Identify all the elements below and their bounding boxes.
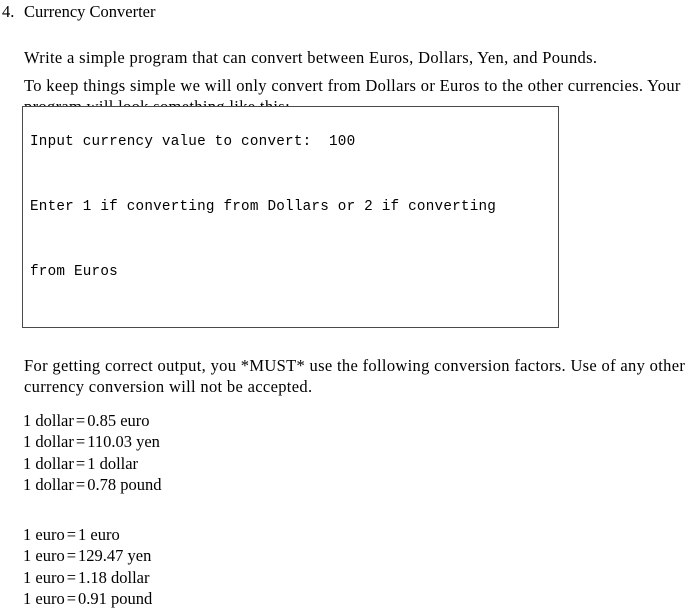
conversion-left: 1 dollar xyxy=(23,432,74,452)
paragraph-conversion-factors: For getting correct output, you *MUST* u… xyxy=(24,355,686,397)
document-page: 4. Currency Converter Write a simple pro… xyxy=(0,0,699,610)
equals-sign: = xyxy=(66,525,77,544)
conversion-list-euros: 1 euro = 1 euro 1 euro = 129.47 yen 1 euro = 1… xyxy=(23,524,152,609)
equals-sign: = xyxy=(66,588,77,608)
conversion-left: 1 euro xyxy=(23,567,65,587)
conversion-line: 1 dollar = 0.78 pound xyxy=(23,474,161,495)
conversion-left: 1 euro xyxy=(23,588,65,608)
conversion-line: 1 euro = 1 euro xyxy=(23,524,152,545)
conversion-line: 1 dollar = 0.85 euro xyxy=(23,410,161,431)
conversion-left: 1 euro xyxy=(23,525,65,544)
conversion-left: 1 dollar xyxy=(23,474,74,494)
conversion-left: 1 euro xyxy=(23,546,65,566)
code-line: from Euros xyxy=(30,263,118,280)
conversion-line: 1 euro = 129.47 yen xyxy=(23,545,152,566)
equals-sign: = xyxy=(75,453,86,473)
conversion-right: 1 dollar xyxy=(87,453,139,473)
conversion-line: 1 dollar = 110.03 yen xyxy=(23,431,161,452)
equals-sign: = xyxy=(75,432,86,452)
conversion-list-dollars: 1 dollar = 0.85 euro 1 dollar = 110.03 yen 1… xyxy=(23,410,161,495)
code-line: Choice: 1 xyxy=(30,327,496,328)
exercise-number: 4. xyxy=(2,2,15,21)
conversion-right: 1 euro xyxy=(78,525,120,544)
sample-output-box: Input currency value to convert: 100 Ent… xyxy=(22,106,559,328)
conversion-left: 1 dollar xyxy=(23,453,74,473)
conversion-line: 1 dollar = 1 dollar xyxy=(23,453,161,474)
equals-sign: = xyxy=(75,411,86,430)
exercise-heading: 4. Currency Converter xyxy=(0,1,699,23)
page-title: Currency Converter xyxy=(24,2,156,21)
conversion-right: 0.85 euro xyxy=(87,411,150,430)
conversion-left: 1 dollar xyxy=(23,411,74,430)
conversion-line: 1 euro = 0.91 pound xyxy=(23,588,152,609)
code-line: Input currency value to convert: 100 xyxy=(30,133,356,150)
equals-sign: = xyxy=(66,546,77,566)
conversion-right: 110.03 yen xyxy=(87,432,160,452)
code-line: Enter 1 if converting from Dollars or 2 … xyxy=(30,198,497,215)
conversion-right: 129.47 yen xyxy=(78,546,152,566)
equals-sign: = xyxy=(75,474,86,494)
conversion-line: 1 euro = 1.18 dollar xyxy=(23,567,152,588)
conversion-right: 0.78 pound xyxy=(87,474,162,494)
conversion-right: 0.91 pound xyxy=(78,588,153,608)
conversion-right: 1.18 dollar xyxy=(78,567,150,587)
sample-output-lines: Input currency value to convert: 100 Ent… xyxy=(30,110,497,328)
paragraph-intro: Write a simple program that can convert … xyxy=(24,47,598,67)
equals-sign: = xyxy=(66,567,77,587)
